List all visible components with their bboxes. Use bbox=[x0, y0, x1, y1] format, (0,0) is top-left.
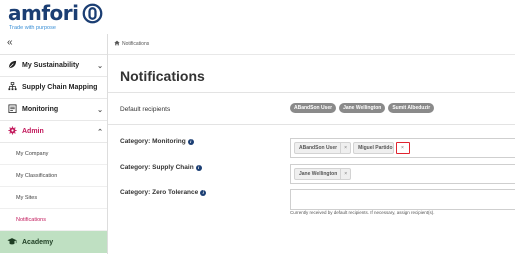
gear-icon bbox=[2, 126, 22, 137]
recipient-tag-label: Miguel Partido bbox=[358, 145, 393, 151]
chevron-down-icon: ⌄ bbox=[97, 62, 103, 70]
graduation-cap-icon bbox=[2, 237, 22, 248]
monitoring-recipients-input[interactable]: ABandSon User × Miguel Partido × bbox=[290, 138, 515, 158]
collapse-sidebar-icon[interactable]: « bbox=[7, 37, 13, 48]
chevron-up-icon: ⌃ bbox=[97, 128, 103, 136]
logo-wordmark: amfori bbox=[8, 1, 79, 25]
sidebar-collapse-row: « bbox=[0, 34, 107, 55]
sidebar-item-label: Admin bbox=[22, 128, 44, 135]
info-icon[interactable]: i bbox=[195, 165, 202, 171]
monitoring-category-text: Category: Monitoring bbox=[120, 138, 186, 145]
default-recipients-list: ABandSon User Jane Wellington Sumit Albe… bbox=[290, 103, 435, 113]
sidebar-subitem-notifications[interactable]: Notifications bbox=[0, 209, 107, 231]
home-icon[interactable] bbox=[114, 40, 120, 48]
divider bbox=[108, 92, 515, 93]
supply-chain-category-label: Category: Supply Chain i bbox=[120, 164, 202, 171]
sidebar-subitem-my-company[interactable]: My Company bbox=[0, 143, 107, 165]
leaf-icon bbox=[2, 60, 22, 71]
page-title: Notifications bbox=[120, 68, 205, 84]
sidebar-item-label: Supply Chain Mapping bbox=[22, 84, 98, 91]
default-recipients-label: Default recipients bbox=[120, 106, 170, 113]
chevron-down-icon: ⌄ bbox=[97, 106, 103, 114]
zero-tolerance-recipients-input[interactable] bbox=[290, 189, 515, 210]
info-icon[interactable]: i bbox=[187, 139, 194, 145]
remove-tag-icon[interactable]: × bbox=[340, 143, 350, 153]
recipient-tag: Miguel Partido bbox=[353, 142, 394, 154]
sidebar-item-label: Monitoring bbox=[22, 106, 59, 113]
sidebar: « My Sustainability ⌄ Supply Chain Mappi… bbox=[0, 34, 108, 254]
org-chart-icon bbox=[2, 82, 22, 93]
amfori-logo[interactable]: amfori Trade with purpose bbox=[8, 3, 103, 33]
logo-mark-icon bbox=[82, 3, 102, 24]
breadcrumb: Notifications bbox=[108, 34, 515, 55]
remove-tag-icon[interactable]: × bbox=[340, 169, 350, 179]
info-icon[interactable]: i bbox=[200, 190, 207, 196]
recipient-pill: Jane Wellington bbox=[339, 103, 386, 113]
default-recipients-text: Default recipients bbox=[120, 106, 171, 113]
sidebar-item-label: My Sustainability bbox=[22, 62, 80, 69]
top-bar: amfori Trade with purpose bbox=[0, 0, 515, 35]
recipient-tag-label: ABandSon User bbox=[299, 145, 338, 151]
breadcrumb-current: Notifications bbox=[122, 41, 150, 47]
sidebar-item-admin[interactable]: Admin ⌃ bbox=[0, 121, 107, 143]
divider bbox=[108, 124, 515, 125]
logo-tagline: Trade with purpose bbox=[9, 25, 56, 31]
recipient-tag: Jane Wellington × bbox=[294, 168, 352, 180]
sidebar-item-academy[interactable]: Academy bbox=[0, 231, 107, 253]
clipboard-icon bbox=[2, 104, 22, 115]
zero-tolerance-category-label: Category: Zero Tolerance i bbox=[120, 189, 207, 196]
sidebar-item-supply-chain-mapping[interactable]: Supply Chain Mapping bbox=[0, 77, 107, 99]
supply-chain-recipients-input[interactable]: Jane Wellington × bbox=[290, 164, 515, 184]
recipient-tag-label: Jane Wellington bbox=[299, 171, 338, 177]
sidebar-item-my-sustainability[interactable]: My Sustainability ⌄ bbox=[0, 55, 107, 77]
sidebar-subitem-my-sites[interactable]: My Sites bbox=[0, 187, 107, 209]
monitoring-category-label: Category: Monitoring i bbox=[120, 138, 194, 145]
recipient-tag: ABandSon User × bbox=[294, 142, 352, 154]
remove-tag-icon-highlighted[interactable]: × bbox=[395, 142, 410, 154]
sidebar-subitem-my-classification[interactable]: My Classification bbox=[0, 165, 107, 187]
zero-tolerance-help-text: Currently received by default recipients… bbox=[290, 210, 435, 215]
sidebar-item-label: Academy bbox=[22, 238, 54, 246]
main-content: Notifications Notifications Default reci… bbox=[108, 34, 515, 254]
recipient-pill: Sumit Albeduzir bbox=[388, 103, 435, 113]
zero-tolerance-category-text: Category: Zero Tolerance bbox=[120, 189, 199, 196]
supply-chain-category-text: Category: Supply Chain bbox=[120, 164, 194, 171]
sidebar-item-monitoring[interactable]: Monitoring ⌄ bbox=[0, 99, 107, 121]
recipient-pill: ABandSon User bbox=[290, 103, 337, 113]
